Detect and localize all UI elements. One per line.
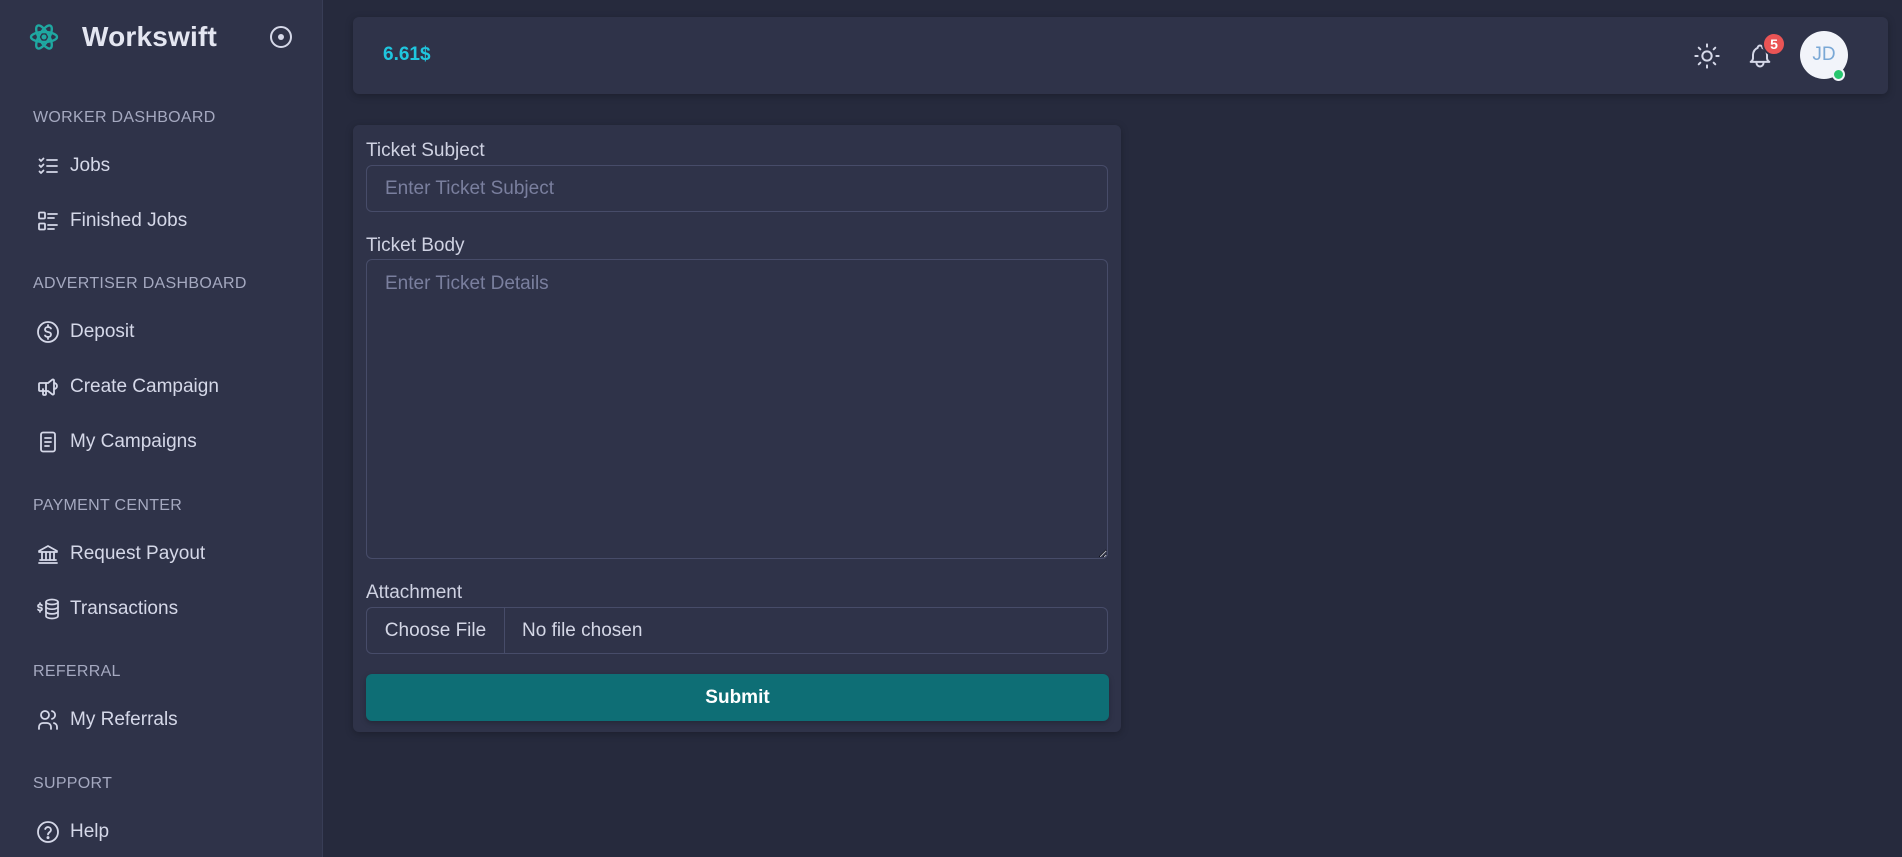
sidebar-item-label: Jobs <box>70 155 111 176</box>
online-status-indicator <box>1832 68 1845 81</box>
ticket-body-label: Ticket Body <box>366 235 465 256</box>
balance-display: 6.61$ <box>383 44 431 65</box>
section-title-advertiser: ADVERTISER DASHBOARD <box>33 275 247 292</box>
sidebar-item-my-campaigns[interactable]: My Campaigns <box>28 422 298 462</box>
submit-button[interactable]: Submit <box>366 674 1109 721</box>
sidebar: Workswift WORKER DASHBOARD Jobs Finished… <box>0 0 323 857</box>
ticket-subject-input[interactable] <box>366 165 1108 212</box>
section-title-worker: WORKER DASHBOARD <box>33 109 216 126</box>
sidebar-item-label: Deposit <box>70 321 135 342</box>
sidebar-item-label: Help <box>70 821 110 842</box>
attachment-file-input[interactable]: Choose File No file chosen <box>366 607 1108 654</box>
sidebar-item-label: My Referrals <box>70 709 178 730</box>
workswift-logo-icon <box>28 18 60 56</box>
sidebar-item-request-payout[interactable]: Request Payout <box>28 534 298 574</box>
sidebar-item-jobs[interactable]: Jobs <box>28 146 298 186</box>
section-title-referral: REFERRAL <box>33 663 121 680</box>
sidebar-item-help[interactable]: Help <box>28 812 298 852</box>
dollar-circle-icon <box>34 318 62 346</box>
theme-toggle-sun-icon[interactable] <box>1691 40 1723 72</box>
coins-icon <box>34 595 62 623</box>
attachment-label: Attachment <box>366 582 463 603</box>
file-status-text: No file chosen <box>522 619 643 641</box>
sidebar-item-create-campaign[interactable]: Create Campaign <box>28 367 298 407</box>
list-check-icon <box>34 152 62 180</box>
megaphone-icon <box>34 373 62 401</box>
sidebar-item-label: Request Payout <box>70 543 206 564</box>
list-details-icon <box>34 207 62 235</box>
sidebar-item-label: Finished Jobs <box>70 210 188 231</box>
brand[interactable]: Workswift <box>28 18 217 56</box>
sidebar-item-transactions[interactable]: Transactions <box>28 589 298 629</box>
sidebar-toggle-icon[interactable] <box>268 24 294 50</box>
sidebar-item-my-referrals[interactable]: My Referrals <box>28 700 298 740</box>
sidebar-item-label: My Campaigns <box>70 431 197 452</box>
sidebar-item-finished-jobs[interactable]: Finished Jobs <box>28 201 298 241</box>
ticket-form-card: Ticket Subject Ticket Body Attachment Ch… <box>353 125 1121 732</box>
bank-icon <box>34 540 62 568</box>
sidebar-item-label: Transactions <box>70 598 179 619</box>
notification-count-badge: 5 <box>1762 32 1786 56</box>
avatar-initials: JD <box>1812 44 1836 65</box>
section-title-payment: PAYMENT CENTER <box>33 497 183 514</box>
brand-name: Workswift <box>82 21 218 52</box>
sidebar-item-label: Create Campaign <box>70 376 219 397</box>
file-text-icon <box>34 428 62 456</box>
choose-file-button[interactable]: Choose File <box>367 608 505 653</box>
sidebar-item-deposit[interactable]: Deposit <box>28 312 298 352</box>
section-title-support: SUPPORT <box>33 775 113 792</box>
ticket-body-textarea[interactable] <box>366 259 1108 559</box>
ticket-subject-label: Ticket Subject <box>366 140 485 161</box>
users-icon <box>34 706 62 734</box>
help-circle-icon <box>34 818 62 846</box>
top-navbar: 6.61$ <box>353 17 1888 94</box>
